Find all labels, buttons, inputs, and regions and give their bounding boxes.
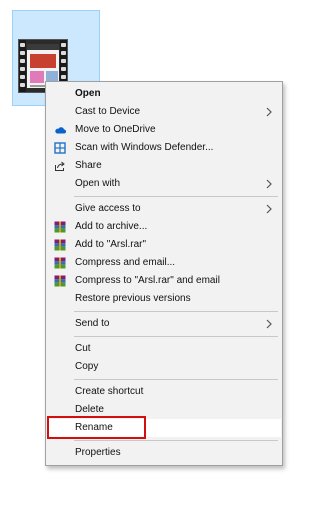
menu-item-label: Scan with Windows Defender... [75, 142, 214, 153]
menu-item-label: Copy [75, 361, 99, 372]
menu-item-label: Delete [75, 404, 104, 415]
menu-item-label: Open with [75, 178, 121, 189]
menu-item-label: Create shortcut [75, 386, 144, 397]
winrar-icon [54, 257, 66, 269]
winrar-icon [54, 275, 66, 287]
menu-item-give-access-to[interactable]: Give access to [47, 200, 281, 218]
menu-item-send-to[interactable]: Send to [47, 315, 281, 333]
menu-item-label: Open [75, 88, 101, 99]
menu-item-rename[interactable]: Rename [47, 419, 281, 437]
menu-separator [74, 379, 278, 380]
context-menu: Open Cast to Device Move to OneDrive Sca… [45, 81, 283, 466]
menu-item-label: Compress to "Arsl.rar" and email [75, 275, 220, 286]
menu-item-cut[interactable]: Cut [47, 340, 281, 358]
film-strip-left [19, 40, 26, 92]
chevron-right-icon [266, 204, 272, 214]
menu-item-compress-to-rar-and-email[interactable]: Compress to "Arsl.rar" and email [47, 272, 281, 290]
menu-separator [74, 440, 278, 441]
menu-item-cast-to-device[interactable]: Cast to Device [47, 103, 281, 121]
chevron-right-icon [266, 107, 272, 117]
menu-item-share[interactable]: Share [47, 157, 281, 175]
windows-defender-icon [54, 142, 66, 154]
menu-separator [74, 196, 278, 197]
menu-item-scan-with-defender[interactable]: Scan with Windows Defender... [47, 139, 281, 157]
menu-item-label: Add to "Arsl.rar" [75, 239, 147, 250]
menu-item-open[interactable]: Open [47, 85, 281, 103]
menu-item-label: Add to archive... [75, 221, 148, 232]
menu-item-label: Move to OneDrive [75, 124, 156, 135]
menu-item-open-with[interactable]: Open with [47, 175, 281, 193]
menu-item-label: Restore previous versions [75, 293, 191, 304]
chevron-right-icon [266, 319, 272, 329]
menu-item-copy[interactable]: Copy [47, 358, 281, 376]
menu-separator [74, 311, 278, 312]
menu-item-label: Rename [75, 422, 113, 433]
chevron-right-icon [266, 179, 272, 189]
menu-item-move-to-onedrive[interactable]: Move to OneDrive [47, 121, 281, 139]
desktop: Open Cast to Device Move to OneDrive Sca… [0, 0, 332, 508]
menu-item-label: Cut [75, 343, 91, 354]
menu-item-label: Compress and email... [75, 257, 176, 268]
menu-item-properties[interactable]: Properties [47, 444, 281, 462]
menu-item-label: Send to [75, 318, 110, 329]
onedrive-cloud-icon [55, 127, 66, 134]
menu-item-add-to-rar[interactable]: Add to "Arsl.rar" [47, 236, 281, 254]
menu-item-label: Share [75, 160, 102, 171]
menu-item-label: Cast to Device [75, 106, 141, 117]
menu-item-label: Properties [75, 447, 121, 458]
menu-item-restore-previous-versions[interactable]: Restore previous versions [47, 290, 281, 308]
menu-separator [74, 336, 278, 337]
winrar-icon [54, 239, 66, 251]
menu-item-add-to-archive[interactable]: Add to archive... [47, 218, 281, 236]
menu-item-label: Give access to [75, 203, 141, 214]
menu-item-delete[interactable]: Delete [47, 401, 281, 419]
menu-item-create-shortcut[interactable]: Create shortcut [47, 383, 281, 401]
winrar-icon [54, 221, 66, 233]
share-icon [55, 161, 65, 171]
menu-item-compress-and-email[interactable]: Compress and email... [47, 254, 281, 272]
